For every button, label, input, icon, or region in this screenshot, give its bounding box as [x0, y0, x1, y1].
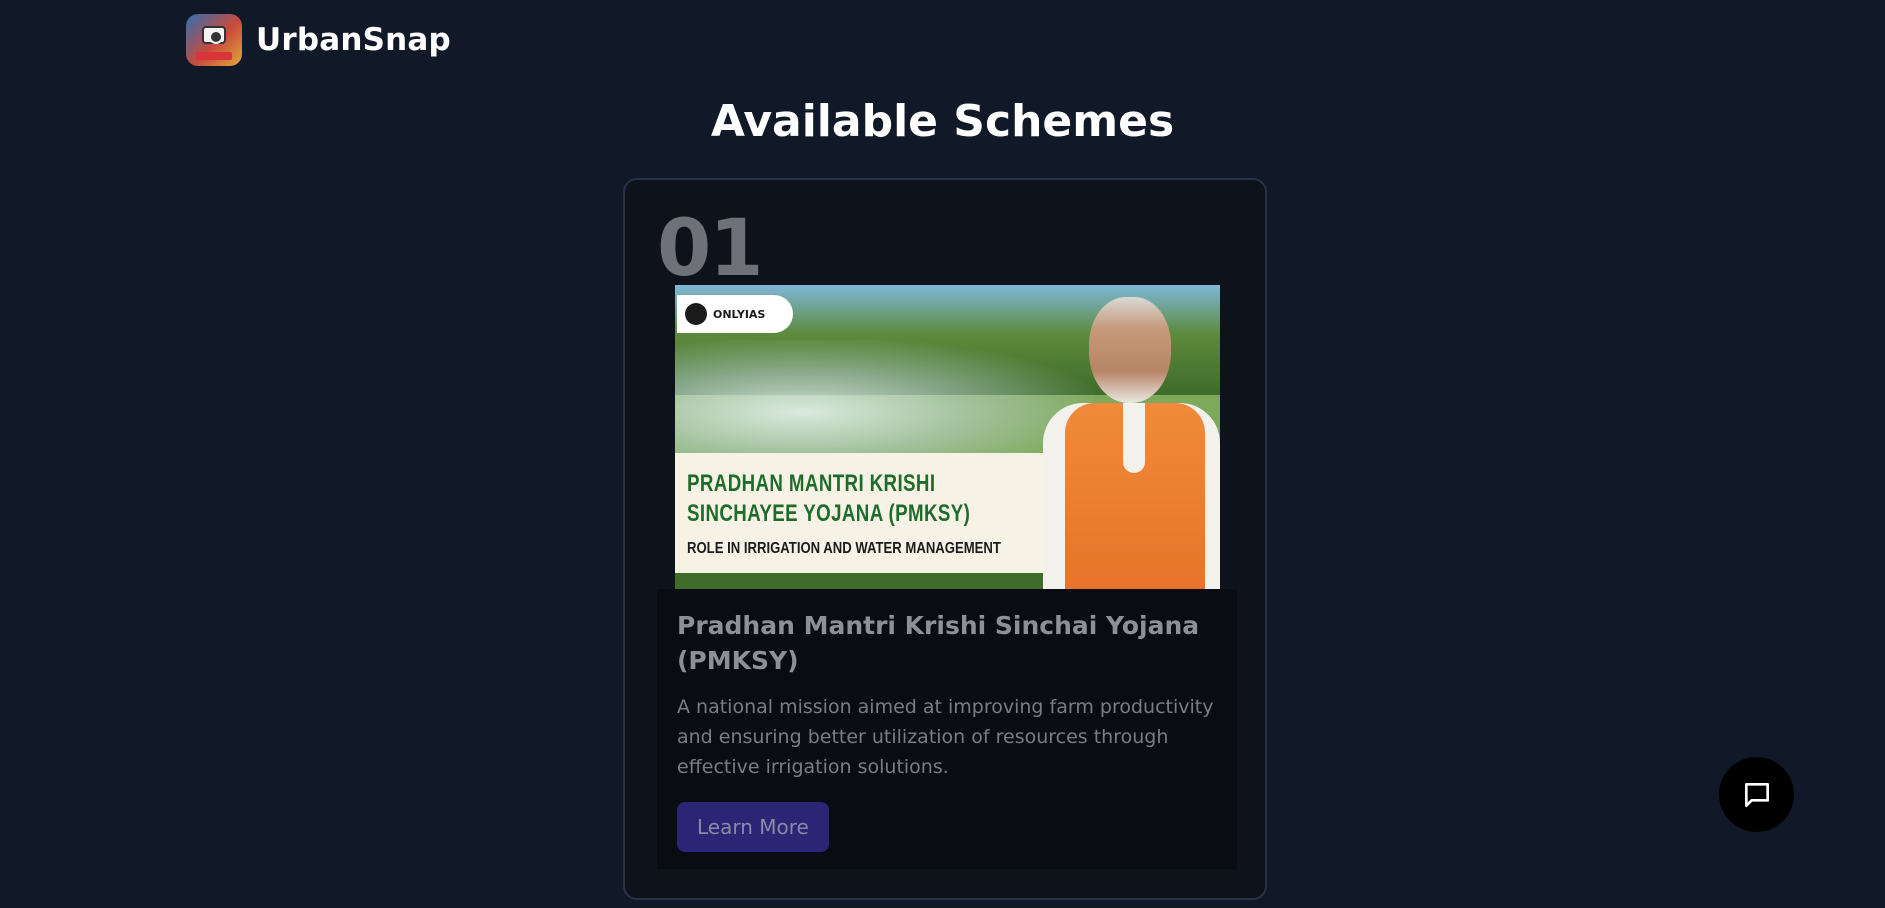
- scheme-description: A national mission aimed at improving fa…: [677, 696, 1214, 779]
- image-headline-line1: PRADHAN MANTRI KRISHI: [687, 470, 936, 497]
- image-subline: ROLE IN IRRIGATION AND WATER MANAGEMENT: [687, 540, 1001, 557]
- page-title: Available Schemes: [710, 96, 1175, 147]
- image-badge-text: ONLYIAS: [713, 307, 766, 321]
- chat-button[interactable]: [1719, 757, 1794, 832]
- learn-more-button[interactable]: Learn More: [677, 802, 829, 853]
- image-person: [1023, 285, 1220, 589]
- scheme-card: 01 ONLYIAS PRADHAN MANTRI KRISHI SINCHAY…: [623, 178, 1267, 900]
- scheme-card-body: Pradhan Mantri Krishi Sinchai Yojana (PM…: [657, 589, 1237, 869]
- chat-bubble-icon: [1744, 782, 1769, 807]
- scheme-number: 01: [657, 204, 764, 294]
- image-badge: ONLYIAS: [677, 295, 793, 333]
- image-headline-line2: SINCHAYEE YOJANA (PMKSY): [687, 500, 971, 527]
- app-header: UrbanSnap: [186, 12, 451, 68]
- urbansnap-logo-icon[interactable]: [186, 14, 242, 66]
- brand-name[interactable]: UrbanSnap: [256, 22, 451, 58]
- scheme-title: Pradhan Mantri Krishi Sinchai Yojana (PM…: [677, 611, 1200, 675]
- scheme-image: ONLYIAS PRADHAN MANTRI KRISHI SINCHAYEE …: [675, 285, 1220, 589]
